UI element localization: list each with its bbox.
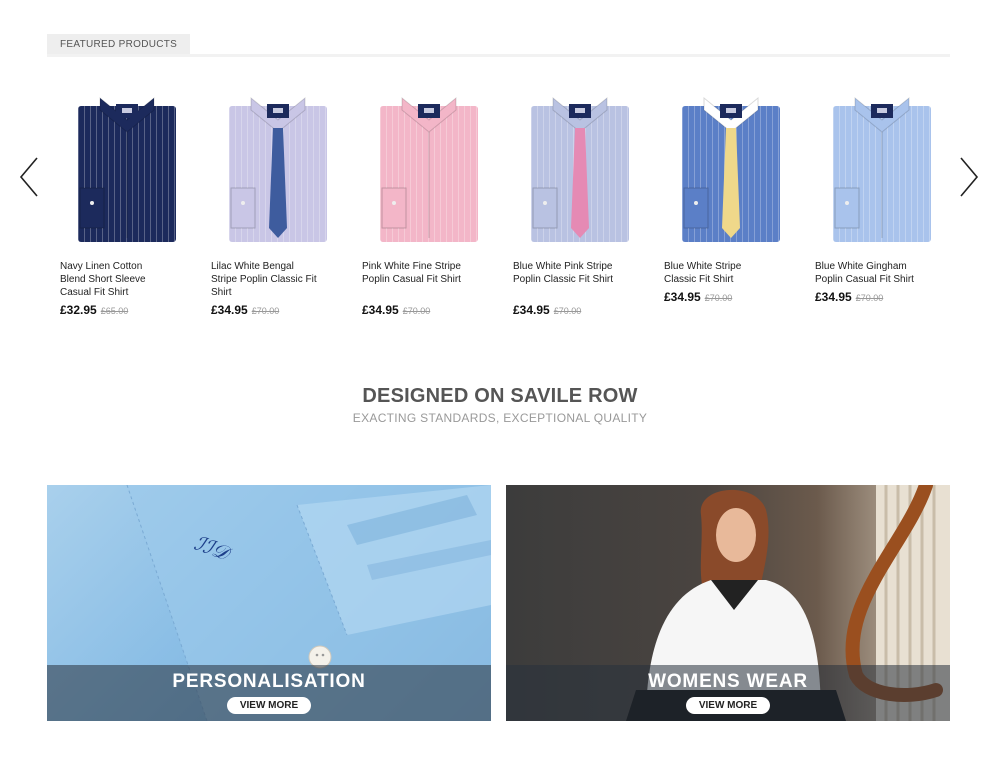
womens-wear-view-more-button[interactable]: VIEW MORE bbox=[686, 697, 770, 714]
section-subtitle: EXACTING STANDARDS, EXCEPTIONAL QUALITY bbox=[352, 411, 648, 425]
carousel-prev-button[interactable] bbox=[17, 155, 43, 199]
chevron-left-icon bbox=[19, 157, 38, 197]
product-price: £32.95 bbox=[60, 303, 97, 317]
product-was-price: £70.00 bbox=[251, 306, 280, 316]
product-image[interactable] bbox=[223, 88, 333, 248]
product-card[interactable]: Blue White Gingham Poplin Casual Fit Shi… bbox=[815, 88, 950, 304]
womens-wear-banner[interactable]: WOMENS WEAR VIEW MORE bbox=[506, 485, 950, 721]
section-title: DESIGNED ON SAVILE ROW bbox=[362, 385, 638, 407]
product-price: £34.95 bbox=[513, 303, 550, 317]
featured-divider bbox=[47, 54, 950, 57]
product-name[interactable]: Pink White Fine Stripe Poplin Casual Fit… bbox=[362, 260, 472, 286]
product-price: £34.95 bbox=[664, 290, 701, 304]
product-price: £34.95 bbox=[362, 303, 399, 317]
featured-products-tab: FEATURED PRODUCTS bbox=[47, 34, 191, 56]
product-card[interactable]: Lilac White Bengal Stripe Poplin Classic… bbox=[211, 88, 346, 317]
product-name[interactable]: Blue White Pink Stripe Poplin Classic Fi… bbox=[513, 260, 623, 286]
chevron-right-icon bbox=[960, 157, 979, 197]
product-was-price: £70.00 bbox=[553, 306, 582, 316]
product-image[interactable] bbox=[827, 88, 937, 248]
product-name[interactable]: Navy Linen Cotton Blend Short Sleeve Cas… bbox=[60, 260, 170, 299]
product-name[interactable]: Blue White Gingham Poplin Casual Fit Shi… bbox=[815, 260, 925, 286]
product-image[interactable] bbox=[374, 88, 484, 248]
product-was-price: £70.00 bbox=[704, 293, 733, 303]
carousel-next-button[interactable] bbox=[955, 155, 981, 199]
product-was-price: £70.00 bbox=[402, 306, 431, 316]
product-prices: £34.95 £70.00 bbox=[664, 290, 732, 304]
product-card[interactable]: Pink White Fine Stripe Poplin Casual Fit… bbox=[362, 88, 497, 317]
product-image[interactable] bbox=[72, 88, 182, 248]
personalisation-view-more-button[interactable]: VIEW MORE bbox=[227, 697, 311, 714]
personalisation-banner[interactable]: ℐℐ𝒟 PERSONALISATION VIEW MORE bbox=[47, 485, 491, 721]
product-card[interactable]: Blue White Stripe Classic Fit Shirt £34.9… bbox=[664, 88, 799, 304]
product-prices: £34.95 £70.00 bbox=[211, 303, 279, 317]
product-prices: £32.95 £65.00 bbox=[60, 303, 128, 317]
product-price: £34.95 bbox=[211, 303, 248, 317]
product-prices: £34.95 £70.00 bbox=[362, 303, 430, 317]
product-image[interactable] bbox=[525, 88, 635, 248]
product-prices: £34.95 £70.00 bbox=[815, 290, 883, 304]
banner-title: WOMENS WEAR bbox=[648, 671, 808, 692]
product-name[interactable]: Blue White Stripe Classic Fit Shirt bbox=[664, 260, 774, 286]
product-card[interactable]: Navy Linen Cotton Blend Short Sleeve Cas… bbox=[60, 88, 195, 317]
product-price: £34.95 bbox=[815, 290, 852, 304]
product-card[interactable]: Blue White Pink Stripe Poplin Classic Fi… bbox=[513, 88, 648, 317]
product-name[interactable]: Lilac White Bengal Stripe Poplin Classic… bbox=[211, 260, 321, 299]
product-image[interactable] bbox=[676, 88, 786, 248]
product-was-price: £65.00 bbox=[100, 306, 129, 316]
product-was-price: £70.00 bbox=[855, 293, 884, 303]
banner-title: PERSONALISATION bbox=[172, 671, 366, 692]
product-prices: £34.95 £70.00 bbox=[513, 303, 581, 317]
